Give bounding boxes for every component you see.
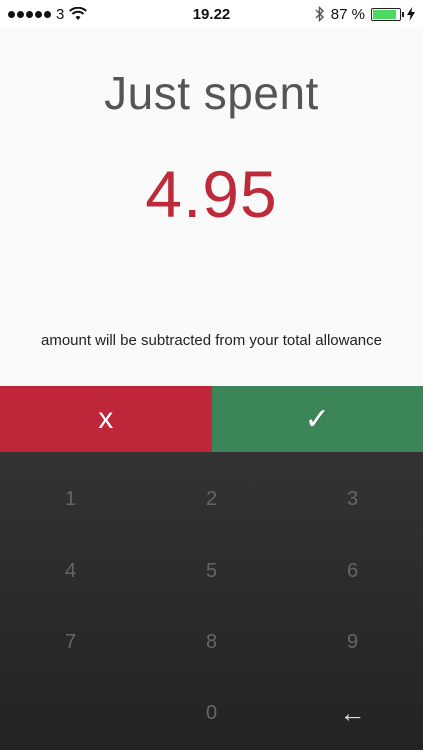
key-5[interactable]: 5 — [141, 536, 282, 606]
key-2[interactable]: 2 — [141, 464, 282, 534]
key-9[interactable]: 9 — [282, 607, 423, 677]
charging-icon — [407, 7, 415, 21]
key-0[interactable]: 0 — [141, 678, 282, 748]
key-1[interactable]: 1 — [0, 464, 141, 534]
number-keypad: 1 2 3 4 5 6 7 8 9 0 ← — [0, 452, 423, 750]
key-3[interactable]: 3 — [282, 464, 423, 534]
battery-percent: 87 % — [330, 5, 365, 23]
key-7[interactable]: 7 — [0, 607, 141, 677]
action-bar: x ✓ — [0, 386, 423, 452]
confirm-button[interactable]: ✓ — [211, 386, 423, 452]
wifi-icon — [69, 7, 88, 20]
status-left: 3 — [0, 5, 88, 23]
battery-fill — [373, 9, 396, 19]
key-6[interactable]: 6 — [282, 536, 423, 606]
status-bar: 3 19.22 87 % — [0, 0, 423, 28]
bluetooth-icon — [315, 6, 324, 22]
backspace-button[interactable]: ← — [282, 678, 423, 748]
battery-icon — [371, 7, 404, 21]
key-8[interactable]: 8 — [141, 607, 282, 677]
carrier-label: 3 — [56, 5, 65, 23]
page-title: Just spent — [104, 67, 319, 119]
amount-display: 4.95 — [145, 157, 278, 231]
signal-icon — [8, 10, 51, 18]
summary-panel: Just spent 4.95 amount will be subtracte… — [0, 28, 423, 386]
key-4[interactable]: 4 — [0, 536, 141, 606]
status-right: 87 % — [315, 6, 423, 23]
allowance-note: amount will be subtracted from your tota… — [40, 332, 382, 349]
cancel-button[interactable]: x — [0, 386, 212, 452]
